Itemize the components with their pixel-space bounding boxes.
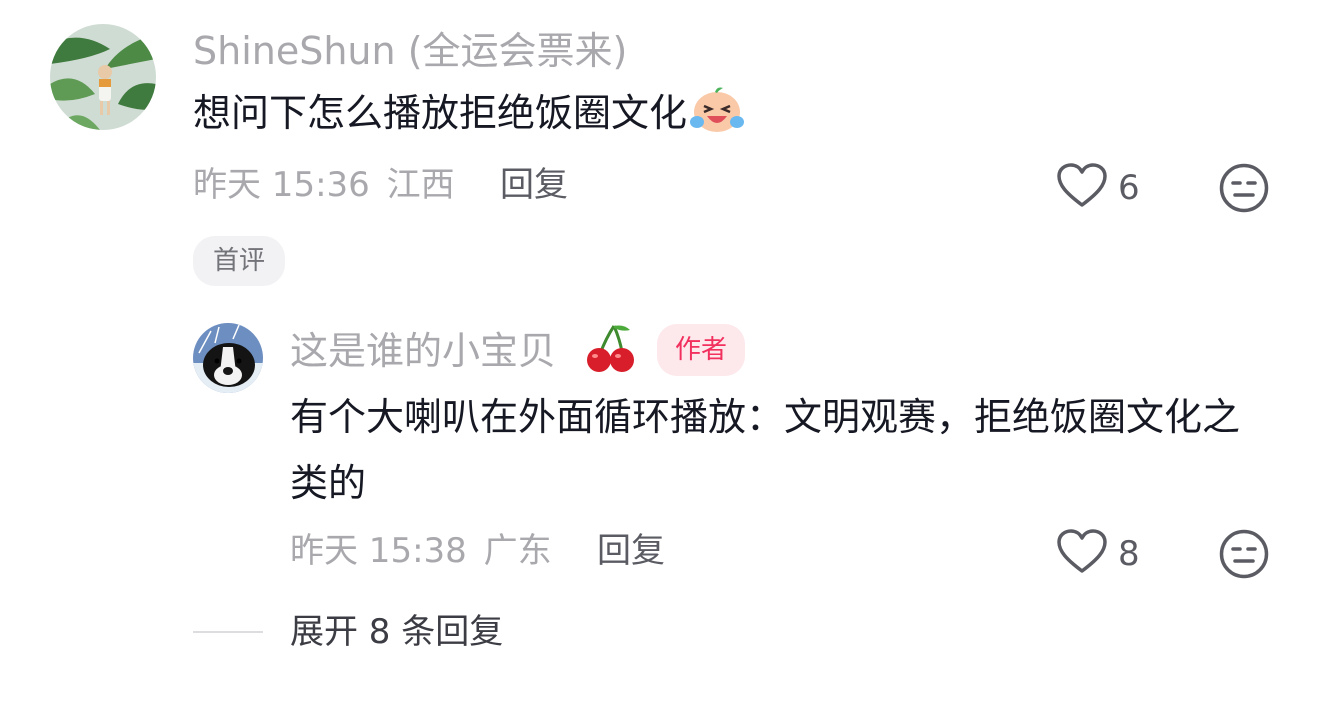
comment-username-row: ShineShun (全运会票来) xyxy=(193,28,627,74)
comment-like-button[interactable] xyxy=(1056,163,1108,209)
reply-username[interactable]: 这是谁的小宝贝 xyxy=(290,329,556,373)
expand-divider xyxy=(193,631,263,633)
reply-reply-button[interactable]: 回复 xyxy=(597,531,665,571)
reply-time: 昨天 15:38 xyxy=(290,531,467,571)
reply-location: 广东 xyxy=(483,531,552,571)
unamused-face-icon xyxy=(1219,529,1269,579)
comment-username-suffix: (全运会票来) xyxy=(407,29,628,73)
reply-text: 有个大喇叭在外面循环播放：文明观赛，拒绝饭圈文化之类的 xyxy=(290,395,1241,505)
avatar-reply-user[interactable] xyxy=(193,323,263,393)
author-badge: 作者 xyxy=(657,324,746,376)
comment-username[interactable]: ShineShun xyxy=(193,29,396,73)
avatar-image xyxy=(193,323,263,393)
first-comment-badge: 首评 xyxy=(193,236,286,286)
reply-username-row: 这是谁的小宝贝 xyxy=(290,328,556,374)
comment-reply-button[interactable]: 回复 xyxy=(500,165,568,205)
comment-meta: 昨天 15:36 江西 xyxy=(193,165,455,205)
comment-time: 昨天 15:36 xyxy=(193,165,370,205)
reply-like-button[interactable] xyxy=(1056,529,1108,575)
expand-replies-button[interactable]: 展开 8 条回复 xyxy=(290,612,503,652)
comment-body: 想问下怎么播放拒绝饭圈文化 xyxy=(193,80,745,154)
comment-like-count: 6 xyxy=(1118,168,1140,208)
unamused-face-icon xyxy=(1219,163,1269,213)
heart-icon xyxy=(1057,529,1107,573)
avatar-shineshun[interactable] xyxy=(50,24,156,130)
avatar-image xyxy=(50,24,156,130)
cherry-icon xyxy=(584,322,638,376)
reply-meta: 昨天 15:38 广东 xyxy=(290,531,552,571)
comment-dislike-button[interactable] xyxy=(1218,162,1270,214)
comment-location: 江西 xyxy=(386,165,455,205)
reply-dislike-button[interactable] xyxy=(1218,528,1270,580)
comment-text: 想问下怎么播放拒绝饭圈文化 xyxy=(193,91,688,135)
reply-like-count: 8 xyxy=(1118,534,1140,574)
crying-laughing-face-icon xyxy=(689,84,745,154)
heart-icon xyxy=(1057,163,1107,207)
